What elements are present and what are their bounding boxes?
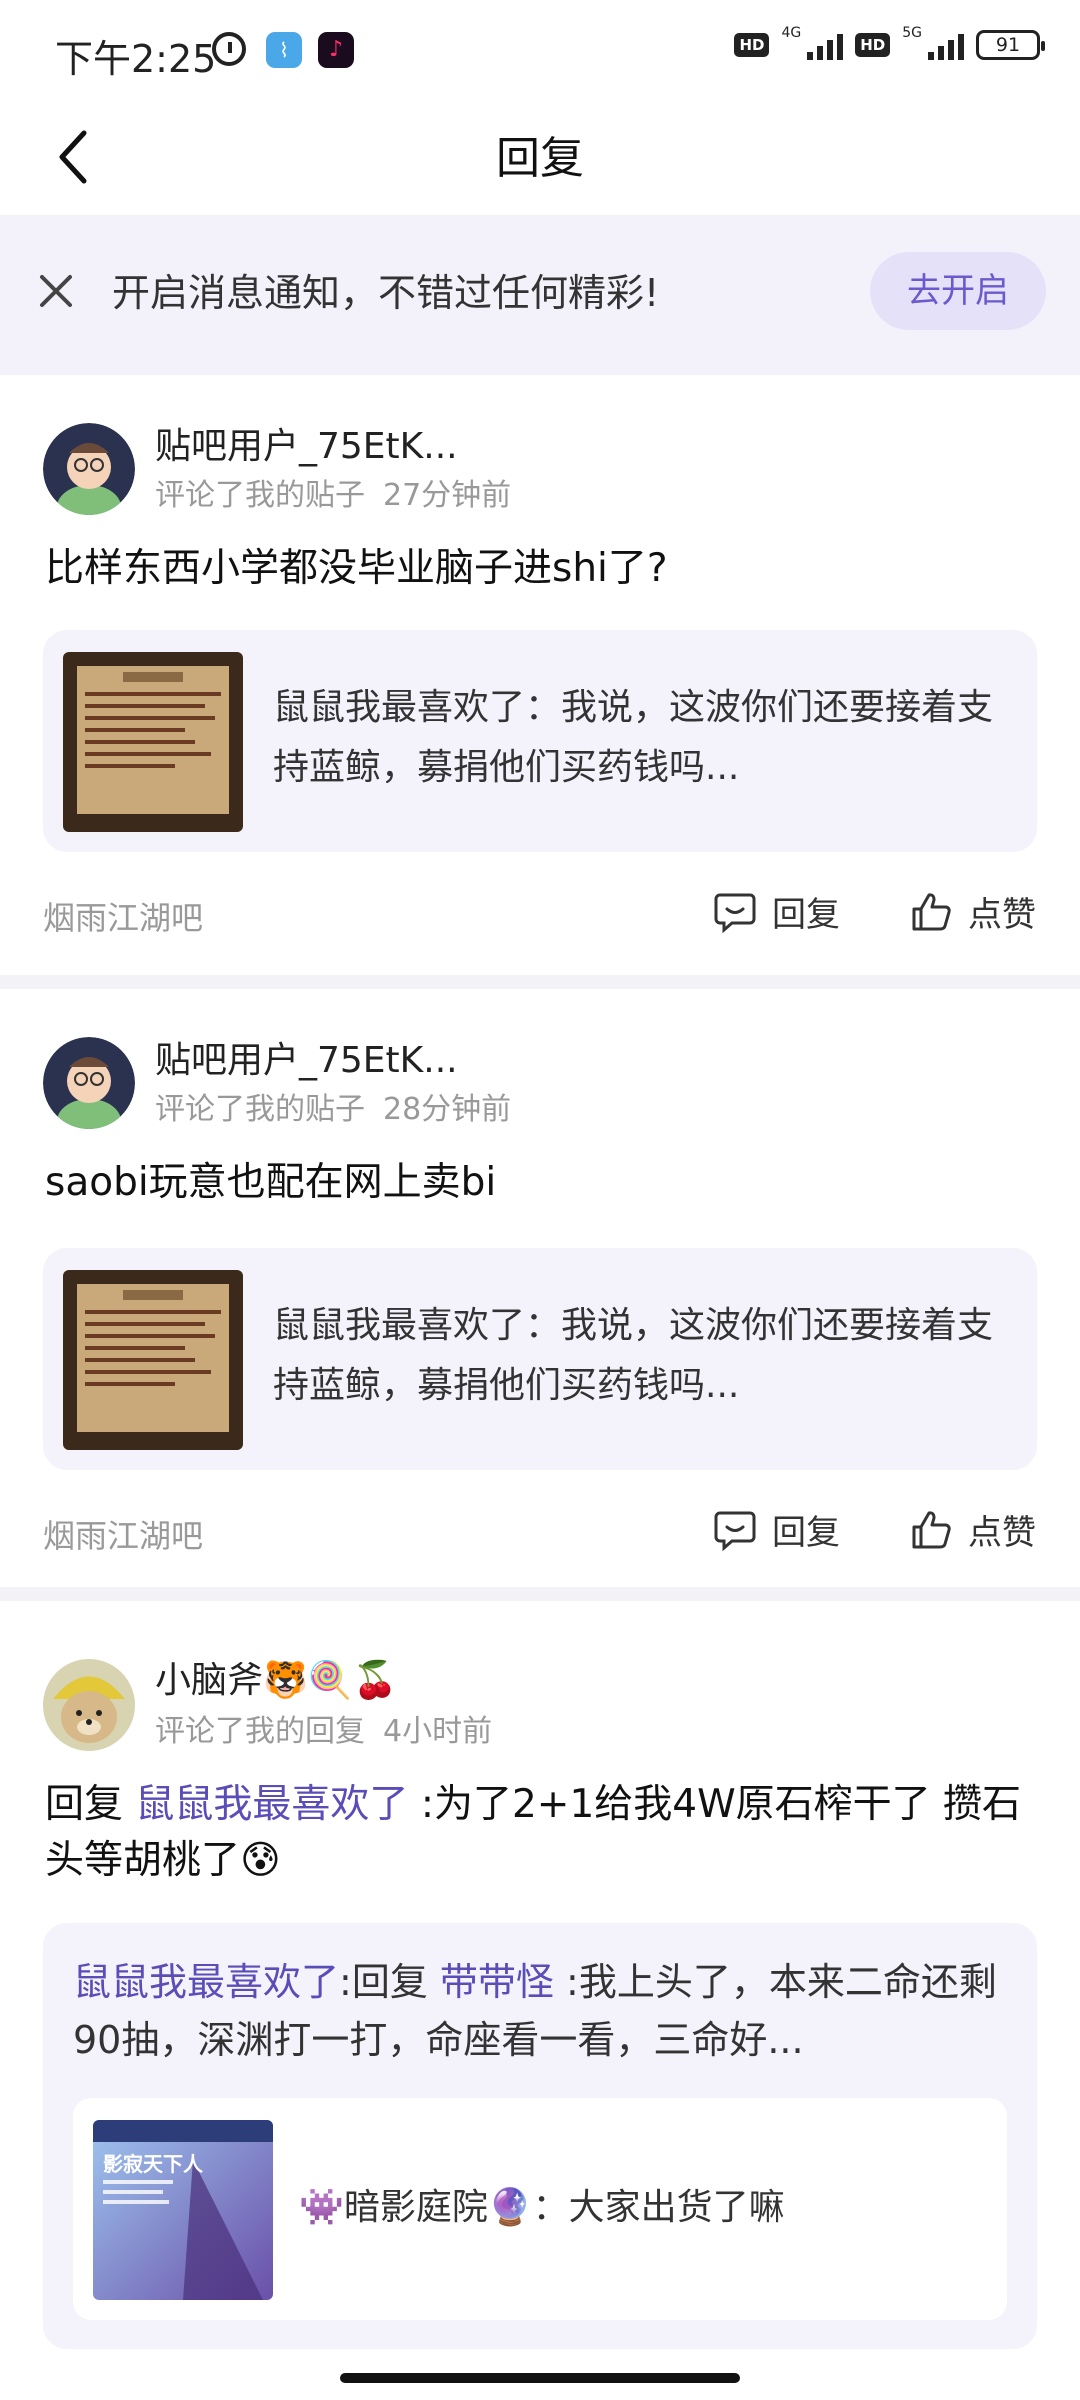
like-button[interactable]: 点赞 bbox=[908, 887, 1036, 936]
douyin-icon: ♪ bbox=[318, 32, 354, 68]
alarm-icon bbox=[212, 32, 246, 66]
network-type-1: 4G bbox=[781, 25, 802, 41]
reply-card[interactable]: 小脑斧🐯🍭🍒 评论了我的回复 4小时前 回复 鼠鼠我最喜欢了 :为了2+1给我4W… bbox=[0, 1601, 1080, 2361]
thumbs-up-icon bbox=[912, 892, 951, 930]
post-thumbnail bbox=[63, 1270, 243, 1450]
avatar[interactable] bbox=[43, 1037, 135, 1129]
quoted-text: 鼠鼠我最喜欢了：我说，这波你们还要接着支持蓝鲸，募捐他们买药钱吗... bbox=[273, 1305, 994, 1406]
reply-label: 回复 bbox=[772, 1513, 840, 1553]
like-button[interactable]: 点赞 bbox=[908, 1505, 1036, 1554]
username[interactable]: 贴吧用户_75EtK... bbox=[155, 1031, 458, 1083]
original-post-text: 👾暗影庭院🔮：大家出货了嘛 bbox=[299, 2187, 785, 2228]
reply-card[interactable]: 贴吧用户_75EtK... 评论了我的贴子 27分钟前 比样东西小学都没毕业脑子进… bbox=[0, 375, 1080, 975]
like-label: 点赞 bbox=[968, 1513, 1036, 1553]
timestamp: 27分钟前 bbox=[383, 478, 512, 513]
comment-icon bbox=[714, 1511, 756, 1551]
notification-banner: 开启消息通知，不错过任何精彩! 去开启 bbox=[0, 215, 1080, 375]
hd-badge: HD bbox=[734, 33, 770, 57]
reply-button[interactable]: 回复 bbox=[712, 887, 840, 936]
mention-link[interactable]: 带带怪 bbox=[440, 1960, 554, 2004]
network-type-2: 5G bbox=[902, 25, 922, 41]
action-text: 评论了我的贴子 bbox=[155, 478, 365, 513]
forum-name[interactable]: 烟雨江湖吧 bbox=[43, 1511, 203, 1557]
enable-notification-button[interactable]: 去开启 bbox=[870, 252, 1046, 330]
quote-mid: :回复 bbox=[339, 1960, 428, 2004]
reply-meta: 评论了我的贴子 27分钟前 bbox=[155, 470, 511, 514]
post-thumbnail: 影寂天下人 bbox=[93, 2120, 273, 2300]
reply-content[interactable]: saobi玩意也配在网上卖bi bbox=[45, 1155, 1035, 1211]
reply-card[interactable]: 贴吧用户_75EtK... 评论了我的贴子 28分钟前 saobi玩意也配在网上卖… bbox=[0, 989, 1080, 1587]
timestamp: 28分钟前 bbox=[383, 1092, 512, 1127]
original-post[interactable]: 影寂天下人 👾暗影庭院🔮：大家出货了嘛 bbox=[73, 2098, 1007, 2320]
username[interactable]: 小脑斧🐯🍭🍒 bbox=[155, 1651, 397, 1703]
thumbs-up-icon bbox=[912, 1510, 951, 1548]
page-title: 回复 bbox=[496, 133, 584, 184]
notice-text: 开启消息通知，不错过任何精彩! bbox=[112, 271, 660, 315]
status-indicators: HD 4G HD 5G 91 bbox=[734, 25, 1045, 60]
avatar[interactable] bbox=[43, 423, 135, 515]
comment-icon bbox=[714, 893, 756, 933]
reply-meta: 评论了我的贴子 28分钟前 bbox=[155, 1084, 511, 1128]
status-time: 下午2:25 bbox=[55, 37, 217, 81]
battery-icon: 91 bbox=[976, 30, 1045, 60]
divider bbox=[0, 1587, 1080, 1601]
signal-icon-2 bbox=[928, 30, 964, 60]
reply-label: 回复 bbox=[772, 895, 840, 935]
username[interactable]: 贴吧用户_75EtK... bbox=[155, 417, 458, 469]
like-label: 点赞 bbox=[968, 895, 1036, 935]
reply-content[interactable]: 回复 鼠鼠我最喜欢了 :为了2+1给我4W原石榨干了 攒石头等胡桃了😰 bbox=[45, 1777, 1035, 1889]
reply-button[interactable]: 回复 bbox=[712, 1505, 840, 1554]
quoted-text: 鼠鼠我最喜欢了：我说，这波你们还要接着支持蓝鲸，募捐他们买药钱吗... bbox=[273, 687, 994, 788]
quoted-reply-text: 鼠鼠我最喜欢了:回复 带带怪 :我上头了，本来二命还剩90抽，深渊打一打，命座看… bbox=[73, 1953, 1003, 2069]
divider bbox=[0, 975, 1080, 989]
quoted-post[interactable]: 鼠鼠我最喜欢了：我说，这波你们还要接着支持蓝鲸，募捐他们买药钱吗... bbox=[43, 630, 1037, 852]
top-bar: 回复 bbox=[0, 100, 1080, 215]
signal-icon bbox=[807, 30, 844, 60]
quoted-reply[interactable]: 鼠鼠我最喜欢了:回复 带带怪 :我上头了，本来二命还剩90抽，深渊打一打，命座看… bbox=[43, 1923, 1037, 2349]
reply-prefix: 回复 bbox=[45, 1782, 124, 1827]
post-thumbnail bbox=[63, 652, 243, 832]
hd-badge-2: HD bbox=[855, 33, 891, 57]
status-bar: 下午2:25 ⌇ ♪ HD 4G HD 5G 91 bbox=[0, 0, 1080, 100]
home-indicator[interactable] bbox=[340, 2373, 740, 2383]
avatar[interactable] bbox=[43, 1659, 135, 1751]
close-icon[interactable] bbox=[38, 273, 74, 309]
timestamp: 4小时前 bbox=[383, 1714, 493, 1749]
action-text: 评论了我的贴子 bbox=[155, 1092, 365, 1127]
quoted-post[interactable]: 鼠鼠我最喜欢了：我说，这波你们还要接着支持蓝鲸，募捐他们买药钱吗... bbox=[43, 1248, 1037, 1470]
mention-link[interactable]: 鼠鼠我最喜欢了 bbox=[73, 1960, 339, 2004]
reply-meta: 评论了我的回复 4小时前 bbox=[155, 1706, 492, 1750]
action-text: 评论了我的回复 bbox=[155, 1714, 365, 1749]
mention-link[interactable]: 鼠鼠我最喜欢了 bbox=[135, 1782, 408, 1827]
forum-name[interactable]: 烟雨江湖吧 bbox=[43, 893, 203, 939]
reply-content[interactable]: 比样东西小学都没毕业脑子进shi了? bbox=[45, 541, 1035, 597]
thumbnail-title: 影寂天下人 bbox=[103, 2152, 203, 2176]
app-notification-icon: ⌇ bbox=[266, 32, 302, 68]
